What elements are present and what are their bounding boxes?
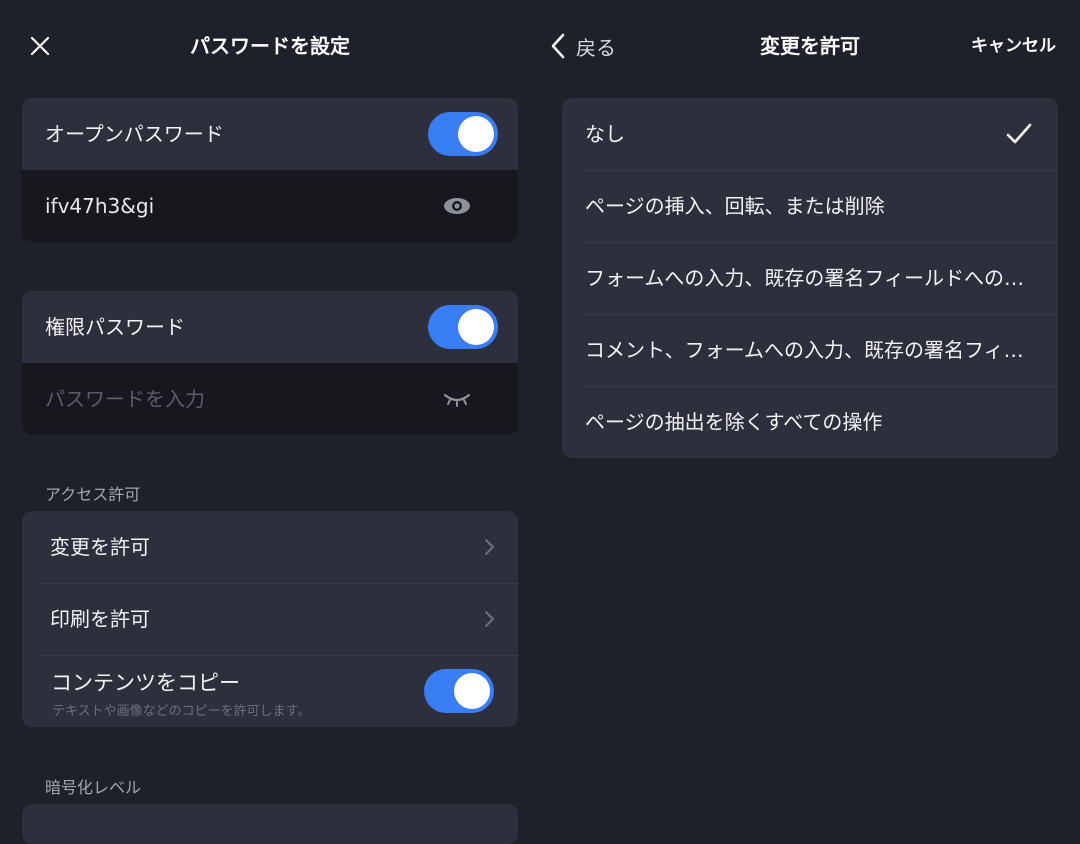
permission-options-list: なし ページの挿入、回転、または削除 フォームへの入力、既存の署名フィールドへの… <box>562 98 1058 458</box>
toggle-knob <box>458 309 494 345</box>
page-title: パスワードを設定 <box>190 34 350 58</box>
checkmark-icon <box>1006 123 1032 144</box>
permission-password-toggle[interactable] <box>428 305 498 349</box>
eye-closed-icon[interactable] <box>442 387 472 411</box>
option-label: ページの抽出を除くすべての操作 <box>585 410 883 434</box>
copy-content-label: コンテンツをコピー <box>51 671 240 695</box>
option-label: ページの挿入、回転、または削除 <box>585 194 885 218</box>
option-all-except-extract[interactable]: ページの抽出を除くすべての操作 <box>562 386 1058 458</box>
copy-content-toggle[interactable] <box>424 669 494 713</box>
allow-changes-label: 変更を許可 <box>50 535 150 559</box>
option-label: コメント、フォームへの入力、既存の署名フィールドへの署名 <box>585 338 1033 362</box>
permission-password-label: 権限パスワード <box>45 315 185 339</box>
access-section-label: アクセス許可 <box>45 485 141 504</box>
cancel-button[interactable]: キャンセル <box>971 28 1056 64</box>
permission-password-card: 権限パスワード パスワードを入力 <box>22 291 518 435</box>
option-fill-forms-sign[interactable]: フォームへの入力、既存の署名フィールドへの署名 <box>562 242 1058 314</box>
allow-changes-row[interactable]: 変更を許可 <box>22 511 518 583</box>
allow-printing-row[interactable]: 印刷を許可 <box>22 583 518 655</box>
open-password-row: オープンパスワード <box>22 98 518 170</box>
chevron-right-icon <box>485 611 494 627</box>
permission-password-field[interactable]: パスワードを入力 <box>45 363 205 435</box>
access-card: 変更を許可 印刷を許可 コンテンツをコピー テキストや画像などのコピーを許可しま… <box>22 511 518 727</box>
open-password-card: オープンパスワード ifv47h3&gi <box>22 98 518 242</box>
encryption-section-label: 暗号化レベル <box>45 778 142 797</box>
open-password-field[interactable]: ifv47h3&gi <box>45 170 154 242</box>
option-comments-forms-sign[interactable]: コメント、フォームへの入力、既存の署名フィールドへの署名 <box>562 314 1058 386</box>
option-insert-rotate-delete[interactable]: ページの挿入、回転、または削除 <box>562 170 1058 242</box>
open-password-input-row[interactable]: ifv47h3&gi <box>22 170 518 242</box>
permission-password-input-row[interactable]: パスワードを入力 <box>22 363 518 435</box>
open-password-toggle[interactable] <box>428 112 498 156</box>
toggle-knob <box>454 673 490 709</box>
eye-icon[interactable] <box>442 194 472 218</box>
copy-content-row: コンテンツをコピー テキストや画像などのコピーを許可します。 <box>22 655 518 727</box>
open-password-label: オープンパスワード <box>45 122 224 146</box>
allow-printing-label: 印刷を許可 <box>50 607 150 631</box>
allow-changes-pane: 戻る 変更を許可 キャンセル なし ページの挿入、回転、または削除 フォームへの… <box>540 0 1080 810</box>
option-label: フォームへの入力、既存の署名フィールドへの署名 <box>585 266 1033 290</box>
password-settings-pane: パスワードを設定 オープンパスワード ifv47h3&gi 権限パスワード パス… <box>0 0 540 844</box>
option-none[interactable]: なし <box>562 98 1058 170</box>
permission-password-row: 権限パスワード <box>22 291 518 363</box>
toggle-knob <box>458 116 494 152</box>
option-label: なし <box>585 122 625 146</box>
copy-content-description: テキストや画像などのコピーを許可します。 <box>52 704 311 719</box>
encryption-card <box>22 804 518 844</box>
chevron-right-icon <box>485 539 494 555</box>
